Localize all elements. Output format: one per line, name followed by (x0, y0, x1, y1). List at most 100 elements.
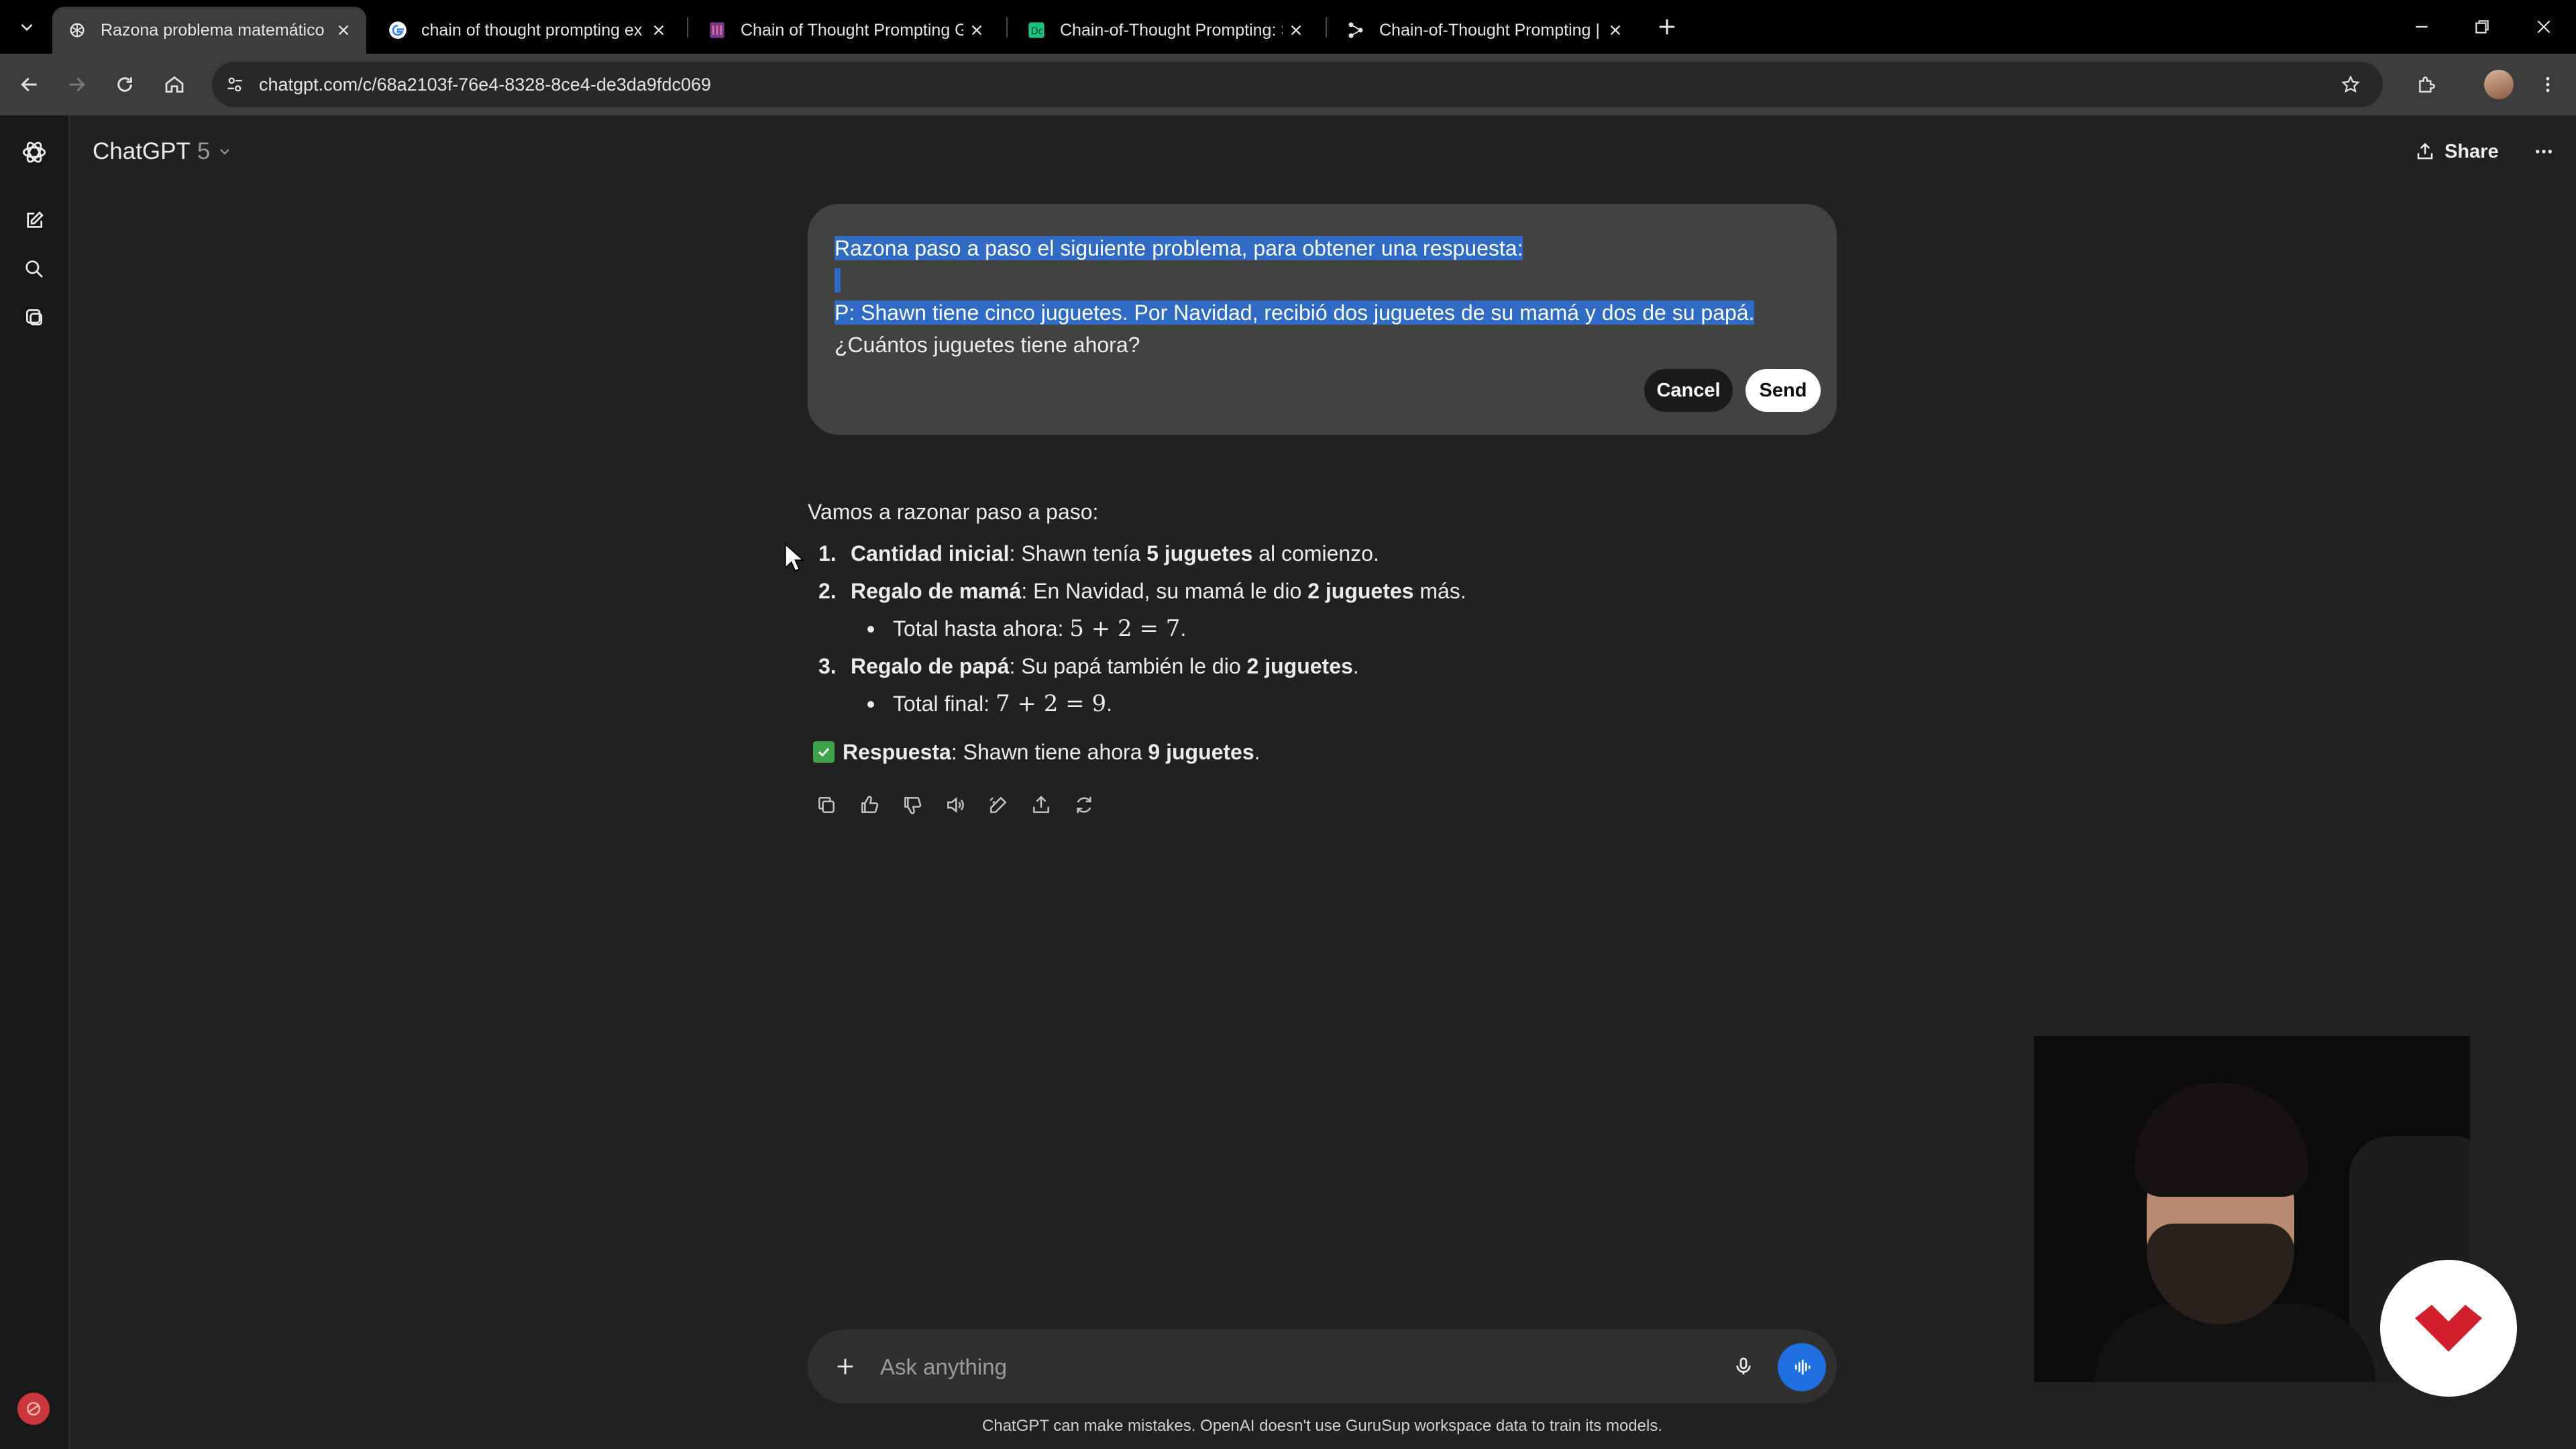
green-site-icon: Dc (1026, 20, 1046, 40)
sub-end: . (1180, 616, 1187, 641)
tab-close-icon[interactable] (330, 17, 357, 44)
minimize-icon[interactable] (2402, 11, 2442, 43)
disclaimer-text: ChatGPT can make mistakes. OpenAI doesn'… (982, 1417, 1662, 1435)
step-text: : En Navidad, su mamá le dio (1021, 579, 1308, 603)
voice-mode-button[interactable] (1778, 1343, 1826, 1391)
browser-tab-active[interactable]: Razona problema matemático (52, 7, 366, 54)
math-expression: 5 + 2 = 7 (1069, 615, 1181, 642)
edit-canvas-icon[interactable] (979, 786, 1017, 824)
composer (808, 1330, 1837, 1403)
final-answer: Respuesta: Shawn tiene ahora 9 juguetes. (813, 737, 1260, 767)
step-title: Cantidad inicial (851, 541, 1010, 566)
edit-message-textarea[interactable]: Razona paso a paso el siguiente problema… (835, 232, 1814, 361)
list-item: 1. Cantidad inicial: Shawn tenía 5 jugue… (818, 538, 1379, 569)
step-title: Regalo de mamá (851, 579, 1022, 603)
step-text: . (1352, 654, 1359, 678)
restore-icon[interactable] (2462, 11, 2502, 43)
search-icon[interactable] (17, 252, 51, 286)
model-name: ChatGPT (93, 138, 191, 164)
model-version: 5 (197, 138, 211, 164)
back-arrow-icon[interactable] (12, 67, 47, 102)
browser-tab[interactable]: Dc Chain-of-Thought Prompting: S (1012, 7, 1319, 54)
microphone-icon[interactable] (1725, 1348, 1762, 1385)
final-text: : Shawn tiene ahora (951, 740, 1142, 764)
tab-title: Chain-of-Thought Prompting: S (1060, 20, 1283, 40)
sub-label: Total hasta ahora: (893, 616, 1070, 641)
thumbs-down-icon[interactable] (894, 786, 931, 824)
webcam-person-hair (2135, 1083, 2309, 1197)
tab-close-icon[interactable] (963, 17, 990, 44)
edit-message-box[interactable]: Razona paso a paso el siguiente problema… (808, 204, 1837, 435)
purple-site-icon (707, 20, 727, 40)
list-number: 3. (818, 654, 837, 678)
tab-close-icon[interactable] (1283, 17, 1309, 44)
step-text: : Su papá también le dio (1009, 654, 1247, 678)
step-bold: 2 juguetes (1307, 579, 1414, 603)
reload-icon[interactable] (107, 67, 142, 102)
edit-text-line: ¿Cuántos juguetes tiene ahora? (835, 333, 1140, 357)
prompt-input[interactable] (879, 1348, 1686, 1386)
tab-title: Razona problema matemático (101, 20, 325, 40)
browser-tab[interactable]: Chain of Thought Prompting G (692, 7, 1000, 54)
forward-arrow-icon[interactable] (59, 67, 94, 102)
network-site-icon (1346, 20, 1366, 40)
cancel-button[interactable]: Cancel (1644, 369, 1733, 412)
share-button[interactable]: Share (2415, 134, 2499, 169)
more-options-icon[interactable] (2526, 134, 2561, 169)
add-attachment-plus-icon[interactable] (826, 1348, 864, 1385)
tab-separator (1006, 17, 1008, 38)
tab-close-icon[interactable] (645, 17, 672, 44)
thumbs-up-icon[interactable] (851, 786, 888, 824)
browser-tab[interactable]: Chain-of-Thought Prompting | (1331, 7, 1638, 54)
sub-list-item: Total final: 7 + 2 = 9. (867, 688, 1112, 719)
list-number: 1. (818, 541, 837, 566)
edit-text-blank-line (835, 268, 841, 292)
bullet (867, 701, 874, 708)
profile-avatar[interactable] (2484, 70, 2514, 99)
tab-close-icon[interactable] (1602, 17, 1629, 44)
voice-waveform-icon (1794, 1359, 1811, 1375)
tab-search-chevron-icon[interactable] (9, 12, 44, 42)
address-bar[interactable]: chatgpt.com/c/68a2103f-76e4-8328-8ce4-de… (212, 62, 2383, 107)
model-selector[interactable]: ChatGPT 5 (93, 134, 233, 169)
share-icon[interactable] (1022, 786, 1060, 824)
new-chat-icon[interactable] (17, 204, 51, 237)
library-icon[interactable] (17, 301, 51, 334)
edit-text-line: P: Shawn tiene cinco juguetes. Por Navid… (835, 301, 1755, 325)
extensions-puzzle-icon[interactable] (2410, 67, 2445, 102)
share-label: Share (2445, 140, 2499, 162)
openai-icon (67, 20, 87, 40)
step-bold: 2 juguetes (1246, 654, 1353, 678)
regenerate-icon[interactable] (1065, 786, 1103, 824)
sub-label: Total final: (893, 692, 996, 716)
sidebar (0, 115, 70, 1449)
bullet (867, 626, 874, 633)
openai-logo-icon[interactable] (17, 136, 51, 169)
sub-list-item: Total hasta ahora: 5 + 2 = 7. (867, 613, 1187, 644)
step-text: : Shawn tenía (1009, 541, 1147, 566)
site-settings-icon[interactable] (219, 68, 251, 101)
bookmark-star-icon[interactable] (2334, 68, 2367, 101)
edit-text-line: Razona paso a paso el siguiente problema… (835, 236, 1523, 260)
url-text[interactable]: chatgpt.com/c/68a2103f-76e4-8328-8ce4-de… (259, 62, 711, 107)
new-tab-plus-icon[interactable] (1650, 13, 1684, 40)
browser-toolbar: chatgpt.com/c/68a2103f-76e4-8328-8ce4-de… (0, 54, 2576, 115)
send-button[interactable]: Send (1746, 369, 1821, 412)
browser-tab[interactable]: chain of thought prompting ex (373, 7, 682, 54)
sub-end: . (1106, 692, 1112, 716)
read-aloud-icon[interactable] (936, 786, 974, 824)
step-title: Regalo de papá (851, 654, 1010, 678)
check-mark-icon (813, 741, 835, 763)
list-item: 2. Regalo de mamá: En Navidad, su mamá l… (818, 576, 1466, 606)
browser-menu-icon[interactable] (2530, 67, 2565, 102)
window-close-icon[interactable] (2524, 11, 2564, 43)
message-actions (808, 786, 1108, 824)
user-avatar[interactable] (17, 1393, 50, 1425)
browser-tab-bar: Razona problema matemático chain of thou… (0, 0, 2576, 54)
copy-icon[interactable] (808, 786, 845, 824)
home-icon[interactable] (157, 67, 192, 102)
brand-logo-icon (2380, 1260, 2517, 1397)
tab-separator (1326, 17, 1327, 38)
share-icon (2415, 142, 2435, 162)
math-expression: 7 + 2 = 9 (995, 690, 1107, 717)
